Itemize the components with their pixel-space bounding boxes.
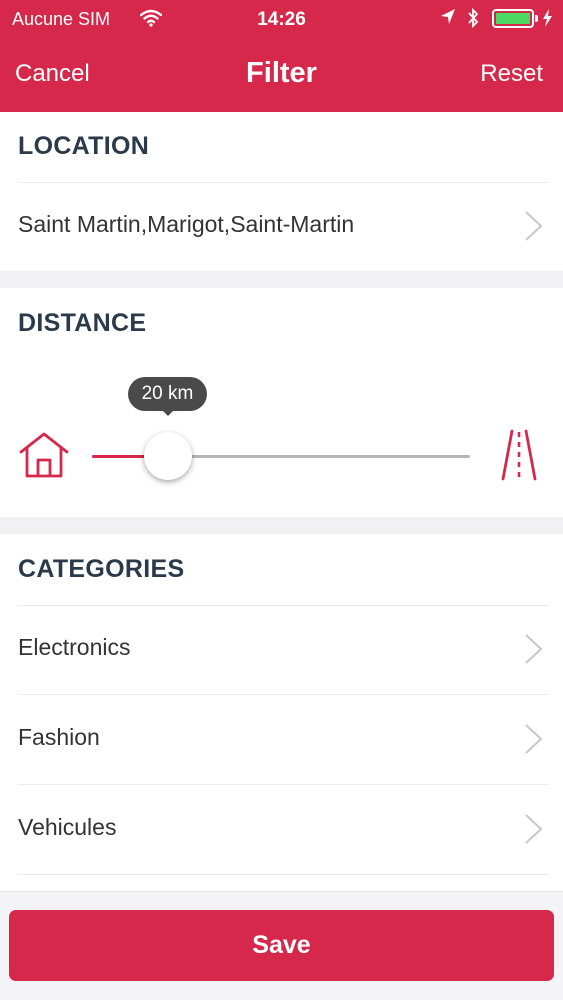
location-section-title: LOCATION [18,132,150,160]
chevron-right-icon [523,812,545,846]
location-value: Saint Martin,Marigot,Saint-Martin [18,211,355,237]
status-bar: Aucune SIM 14:26 [0,0,563,38]
road-icon [500,428,538,487]
battery-icon [492,9,534,28]
distance-section-title: DISTANCE [18,309,147,337]
chevron-right-icon [523,722,545,756]
category-label: Vehicules [18,814,117,840]
section-separator [0,271,563,288]
category-item[interactable]: Electronics [0,606,563,694]
divider [18,874,549,875]
bluetooth-icon [467,7,480,34]
chevron-right-icon [523,632,545,666]
location-row[interactable]: Saint Martin,Marigot,Saint-Martin [0,183,563,271]
location-arrow-icon [440,8,456,31]
distance-slider-thumb[interactable] [143,432,192,480]
battery-tip [535,15,538,22]
reset-button[interactable]: Reset [480,60,543,88]
home-icon [18,430,70,485]
category-label: Electronics [18,634,131,660]
category-label: Fashion [18,724,100,750]
categories-section-title: CATEGORIES [18,555,185,583]
header-bar: Aucune SIM 14:26 Cancel Filter Reset [0,0,563,112]
distance-value-tooltip: 20 km [127,377,208,411]
chevron-right-icon [523,209,545,243]
charging-icon [542,8,553,33]
divider [18,694,549,695]
tooltip-arrow [161,410,174,416]
category-item[interactable]: Fashion [0,696,563,784]
category-item[interactable]: Vehicules [0,786,563,874]
page-title: Filter [246,57,317,89]
section-separator [0,517,563,534]
divider [18,784,549,785]
save-button[interactable]: Save [9,910,554,981]
